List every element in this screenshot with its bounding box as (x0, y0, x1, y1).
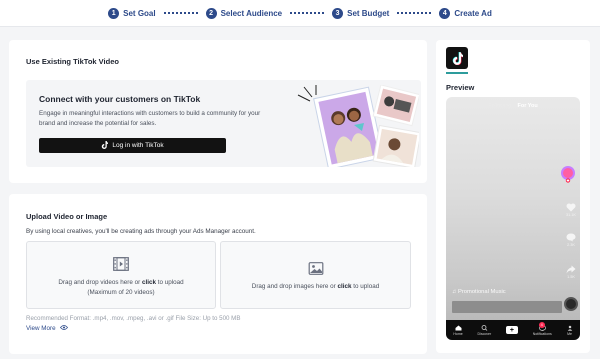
like-count: 31.1K (566, 213, 576, 217)
step-number: 2 (205, 7, 217, 19)
plus-icon: + (505, 326, 518, 334)
nav-label: Notifications (532, 331, 552, 336)
music-note-icon: ♫ (452, 289, 457, 295)
music-label: ♫ Promotional Music (452, 289, 506, 295)
upload-card: Upload Video or Image By using local cre… (9, 194, 427, 354)
music-disc-icon (564, 297, 578, 311)
nav-create: + (505, 326, 518, 334)
login-with-tiktok-button[interactable]: Log in with TikTok (39, 138, 226, 153)
step-connector (163, 12, 198, 14)
tiktok-note-icon (101, 140, 109, 151)
step-connector (290, 12, 325, 14)
tiktok-logo-tab[interactable] (446, 47, 468, 69)
step-number: 1 (108, 7, 120, 19)
feed-tabs: Following For You (446, 103, 580, 109)
upload-description: By using local creatives, you'll be crea… (26, 228, 256, 235)
step-label: Create Ad (454, 8, 492, 18)
existing-video-card: Use Existing TikTok Video Connect with y… (9, 40, 427, 183)
step-label: Select Audience (220, 8, 283, 18)
film-icon (113, 257, 129, 276)
following-tab: Following (488, 103, 512, 109)
share-counter: 1.5K (566, 265, 576, 279)
phone-nav-bar: Home Discover + 4 Notifications Me (446, 320, 580, 340)
step-set-budget[interactable]: 3 Set Budget (332, 7, 390, 19)
connect-description: Engage in meaningful interactions with c… (39, 110, 261, 127)
step-number: 3 (332, 7, 344, 19)
connect-banner: Connect with your customers on TikTok En… (26, 80, 421, 167)
nav-label: Discover (477, 331, 492, 336)
step-connector (397, 12, 432, 14)
image-dropzone[interactable]: Drag and drop images here or click to up… (220, 241, 411, 309)
dropzone-text-prefix: Drag and drop images here or (251, 283, 338, 290)
search-icon (481, 324, 488, 331)
view-more-label: View More (26, 325, 56, 332)
profile-icon (567, 325, 572, 331)
share-count: 1.5K (567, 275, 575, 279)
step-label: Set Budget (347, 8, 390, 18)
section-title: Upload Video or Image (26, 212, 108, 221)
step-set-goal[interactable]: 1 Set Goal (108, 7, 156, 19)
video-dropzone-note: (Maximum of 20 videos) (87, 289, 155, 296)
nav-discover: Discover (477, 324, 492, 336)
dropzone-text-suffix: to upload (351, 283, 380, 290)
preview-heading: Preview (446, 83, 475, 92)
nav-label: Home (453, 331, 463, 336)
login-button-label: Log in with TikTok (112, 142, 164, 149)
view-more-link[interactable]: View More (26, 325, 68, 332)
cta-bar (452, 301, 562, 313)
image-dropzone-text: Drag and drop images here or click to up… (221, 282, 410, 292)
comment-icon (566, 233, 576, 242)
video-dropzone-text: Drag and drop videos here or click to up… (27, 278, 215, 288)
section-title: Use Existing TikTok Video (26, 57, 119, 66)
click-upload-link[interactable]: click (142, 279, 156, 286)
progress-stepper: 1 Set Goal 2 Select Audience 3 Set Budge… (0, 0, 600, 27)
notification-badge: 4 (538, 321, 545, 328)
active-tab-indicator (446, 72, 468, 74)
heart-icon (566, 203, 576, 212)
dropzone-text-prefix: Drag and drop videos here or (58, 279, 142, 286)
nav-notifications: 4 Notifications (532, 321, 552, 336)
image-icon (308, 262, 323, 280)
step-select-audience[interactable]: 2 Select Audience (205, 7, 283, 19)
promo-collage-image (294, 84, 421, 167)
nav-label: Me (567, 331, 572, 336)
step-create-ad[interactable]: 4 Create Ad (439, 7, 492, 19)
connect-heading: Connect with your customers on TikTok (39, 94, 201, 104)
eye-icon (59, 325, 68, 332)
preview-card: Preview Following For You 31.1K 2.3K 1.5… (436, 40, 590, 353)
nav-me: Me (567, 325, 573, 336)
dropzone-text-suffix: to upload (156, 279, 184, 286)
share-icon (566, 265, 576, 274)
for-you-tab: For You (517, 103, 538, 109)
step-label: Set Goal (123, 8, 156, 18)
home-icon (455, 325, 462, 330)
like-counter: 31.1K (566, 203, 576, 217)
recommended-format-note: Recommended Format: .mp4, .mov, .mpeg, .… (26, 315, 241, 322)
click-upload-link[interactable]: click (338, 283, 352, 290)
nav-home: Home (453, 325, 463, 336)
phone-preview: Following For You 31.1K 2.3K 1.5K ♫ Prom… (446, 97, 580, 340)
step-number: 4 (439, 7, 451, 19)
music-title: Promotional Music (457, 289, 506, 295)
comment-count: 2.3K (567, 243, 575, 247)
profile-avatar (560, 165, 576, 183)
comment-counter: 2.3K (566, 233, 576, 247)
video-dropzone[interactable]: Drag and drop videos here or click to up… (26, 241, 216, 309)
